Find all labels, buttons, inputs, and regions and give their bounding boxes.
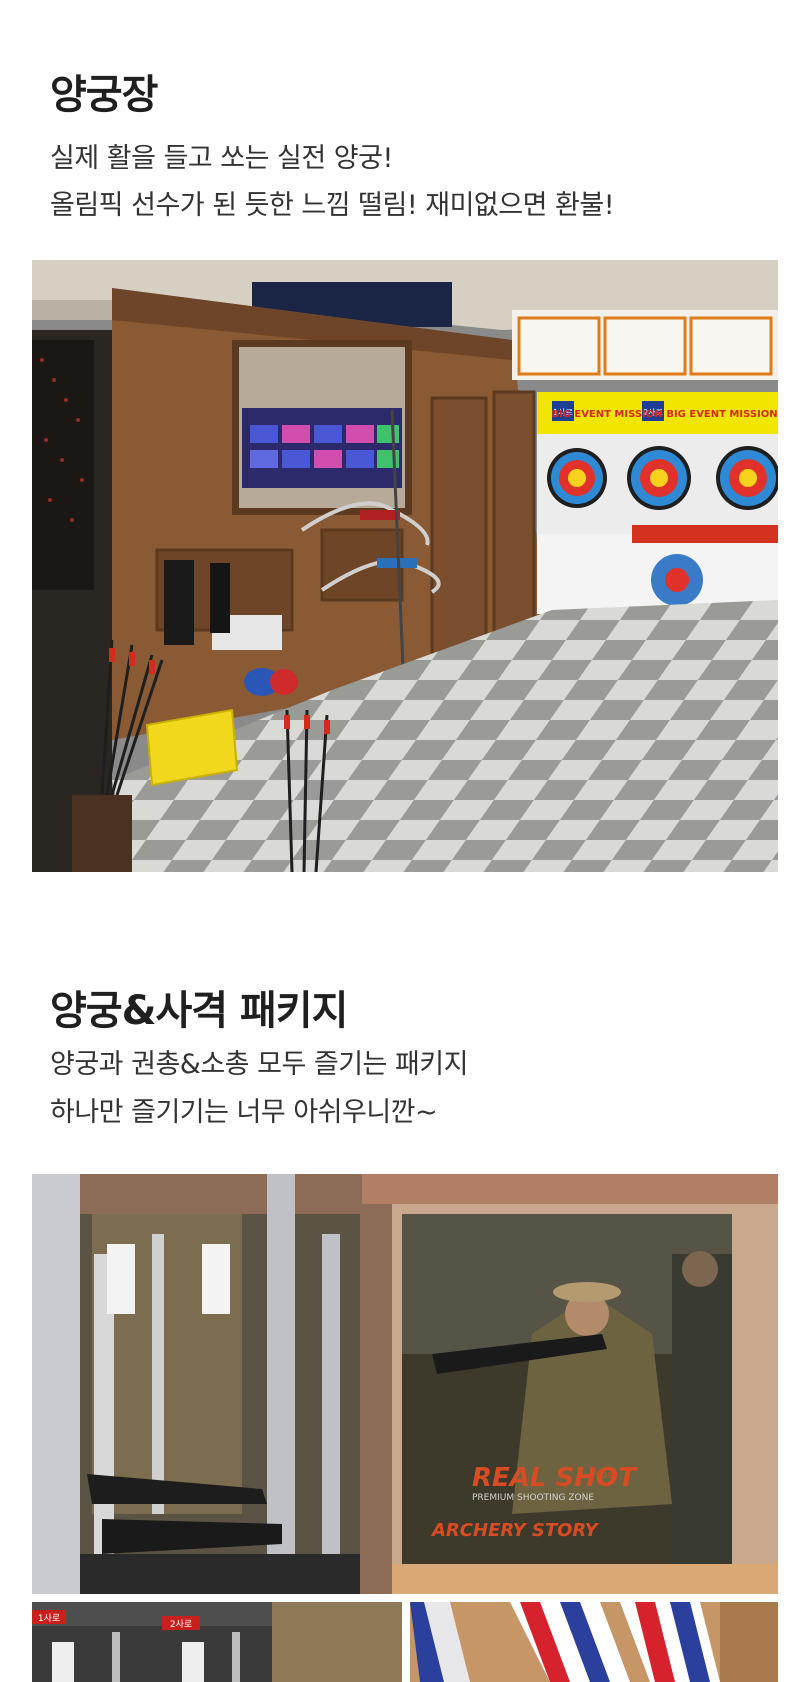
target-icon xyxy=(547,448,607,508)
section-title: 양궁&사격 패키지 xyxy=(50,988,348,1034)
poster-brand-tag: Plus xyxy=(592,1470,612,1481)
poster-brand: REAL SHOT xyxy=(472,1463,638,1493)
poster-subtitle: PREMIUM SHOOTING ZONE xyxy=(472,1493,594,1503)
archery-range-photo: 1사로 2사로 BIG EVENT MISSION BIG EVENT MISS… xyxy=(32,260,778,872)
poster-archery: ARCHERY STORY xyxy=(430,1520,600,1541)
target-icon xyxy=(716,446,778,510)
description-line: 실제 활을 들고 쏘는 실전 양궁! xyxy=(50,143,393,174)
section-title: 양궁장 xyxy=(50,72,158,118)
banner-title: BIG EVENT MISSION xyxy=(666,409,777,420)
lane-label: 2사로 xyxy=(170,1619,192,1630)
shooting-lanes-photo: 1사로 2사로 xyxy=(32,1602,402,1682)
description-line: 양궁과 권총&소총 모두 즐기는 패키지 xyxy=(50,1049,468,1080)
target-icon xyxy=(627,446,691,510)
banner-title: BIG EVENT MISSION xyxy=(551,409,662,420)
shooting-range-photo: REAL SHOT Plus PREMIUM SHOOTING ZONE ARC… xyxy=(32,1174,778,1594)
description-line: 올림픽 선수가 된 듯한 느낌 떨림! 재미없으면 환불! xyxy=(50,190,615,221)
lane-label: 1사로 xyxy=(38,1613,60,1624)
flags-photo xyxy=(410,1602,778,1682)
description-line: 하나만 즐기기는 너무 아쉬우니깐~ xyxy=(50,1097,438,1128)
